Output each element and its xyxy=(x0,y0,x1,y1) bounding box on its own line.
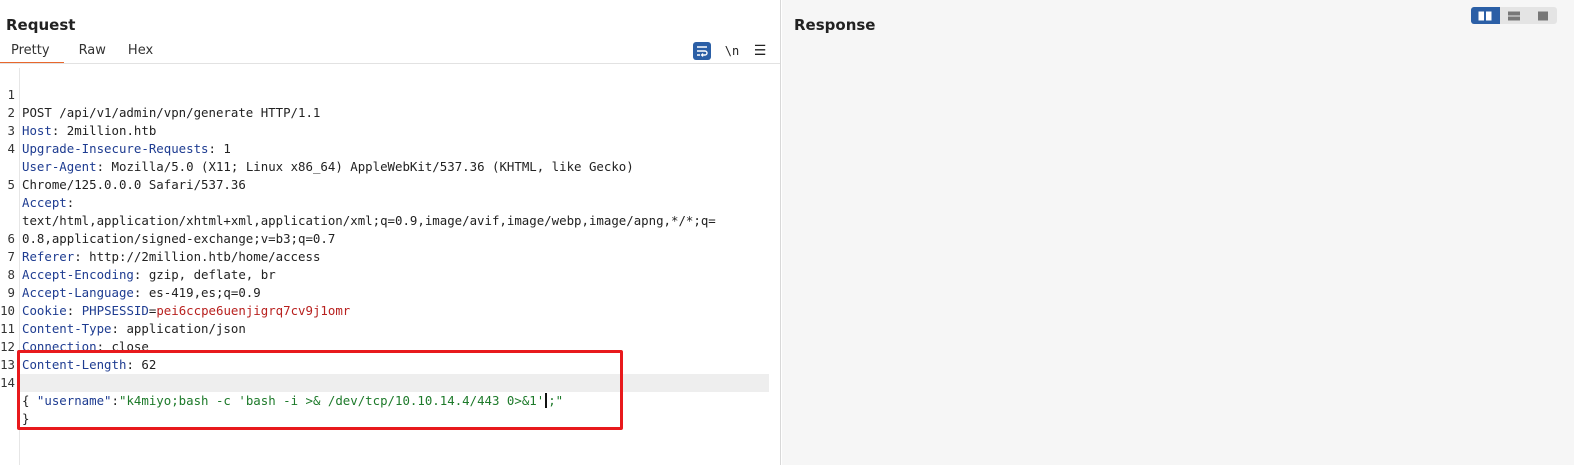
pretty-print-toggle-button[interactable] xyxy=(693,42,711,60)
editor-line: 4 User-Agent: Mozilla/5.0 (X11; Linux x8… xyxy=(0,122,770,174)
tab-divider xyxy=(0,63,780,64)
rows-icon xyxy=(1508,11,1520,20)
line-number: 14 xyxy=(0,375,15,390)
layout-side-by-side-button[interactable] xyxy=(1471,7,1500,24)
response-pane: Response xyxy=(782,0,1574,465)
tab-pretty[interactable]: Pretty xyxy=(0,42,64,64)
editor-line: 9 Cookie: PHPSESSID=pei6ccpe6uenjigrq7cv… xyxy=(0,266,770,318)
layout-single-pane-button[interactable] xyxy=(1528,7,1557,24)
editor-line: 7 Accept-Encoding: gzip, deflate, br xyxy=(0,230,770,282)
columns-icon xyxy=(1478,11,1492,20)
response-title: Response xyxy=(794,16,876,34)
show-newlines-button[interactable]: \n xyxy=(723,42,741,60)
tab-hex[interactable]: Hex xyxy=(117,42,164,64)
editor-line: 0.8,application/signed-exchange;v=b3;q=0… xyxy=(0,194,770,246)
request-pane: Request Pretty Raw Hex \n ☰ 1 POST /api/… xyxy=(0,0,781,465)
editor-line: 3 Upgrade-Insecure-Requests: 1 xyxy=(0,104,770,156)
layout-stacked-button[interactable] xyxy=(1500,7,1529,24)
request-title: Request xyxy=(6,16,76,34)
editor-line: text/html,application/xhtml+xml,applicat… xyxy=(0,176,770,228)
editor-line: 2 Host: 2million.htb xyxy=(0,86,770,138)
editor-line: 5 Accept: xyxy=(0,158,770,210)
single-pane-icon xyxy=(1537,11,1548,20)
tab-raw[interactable]: Raw xyxy=(68,42,117,64)
editor-line: 12 Content-Length: 62 xyxy=(0,339,157,372)
editor-line: Chrome/125.0.0.0 Safari/537.36 xyxy=(0,140,770,192)
editor-line: 6 Referer: http://2million.htb/home/acce… xyxy=(0,212,770,264)
editor-line: 1 POST /api/v1/admin/vpn/generate HTTP/1… xyxy=(0,68,770,120)
request-tabs: Pretty Raw Hex xyxy=(0,42,164,64)
layout-switcher xyxy=(1471,7,1557,24)
menu-icon[interactable]: ☰ xyxy=(751,42,769,60)
editor-line: 11 Connection: close xyxy=(0,321,149,354)
payload-highlight-box xyxy=(17,350,623,430)
editor-line: 8 Accept-Language: es-419,es;q=0.9 xyxy=(0,248,770,300)
wrap-lines-icon xyxy=(697,46,708,57)
editor-line: 10 Content-Type: application/json xyxy=(0,303,246,336)
